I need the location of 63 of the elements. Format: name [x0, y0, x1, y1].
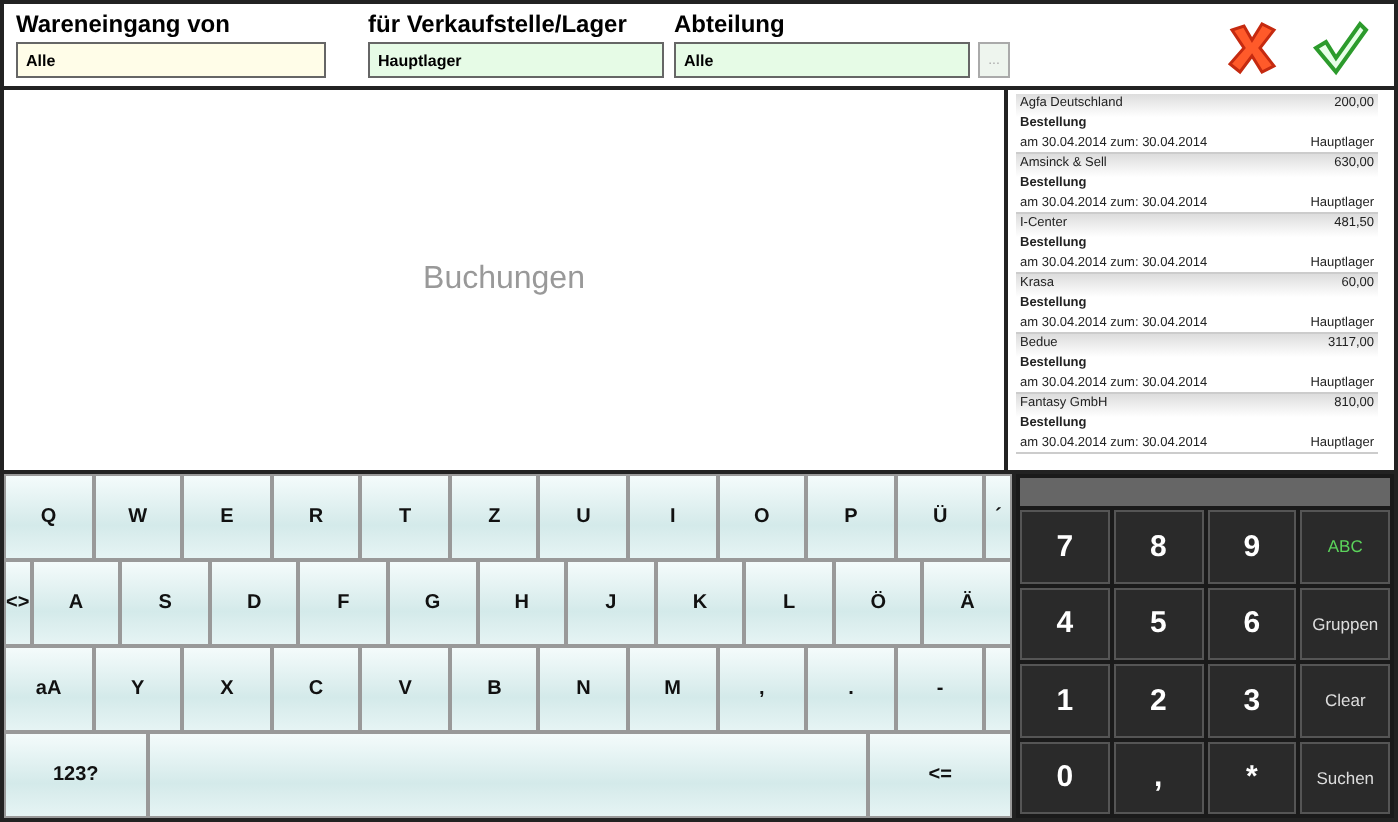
keyboard-key[interactable]: B [449, 646, 539, 732]
keyboard-key[interactable]: - [895, 646, 985, 732]
numpad-key[interactable]: 5 [1113, 587, 1203, 660]
keyboard-key[interactable]: 123? [4, 732, 148, 818]
numpad-key[interactable]: 0 [1020, 741, 1110, 814]
keyboard-key[interactable]: . [806, 646, 896, 732]
keyboard-key[interactable]: <= [868, 732, 1012, 818]
keyboard-key[interactable]: Z [449, 474, 539, 560]
keyboard-key[interactable]: J [566, 560, 656, 646]
keyboard-key[interactable]: <> [4, 560, 32, 646]
keyboard-key[interactable]: V [360, 646, 450, 732]
keyboard-key[interactable]: Q [4, 474, 94, 560]
numpad-key[interactable]: Suchen [1300, 741, 1390, 814]
numpad-key[interactable]: 8 [1113, 510, 1203, 583]
keyboard-key[interactable]: O [717, 474, 807, 560]
cancel-icon[interactable] [1222, 18, 1282, 78]
numpad-key[interactable]: , [1113, 741, 1203, 814]
keyboard-key[interactable]: Ü [895, 474, 985, 560]
numpad-key[interactable]: ABC [1300, 510, 1390, 583]
numpad-key[interactable]: 6 [1207, 587, 1297, 660]
keyboard-key[interactable]: T [360, 474, 450, 560]
numpad-key[interactable]: 7 [1020, 510, 1110, 583]
keyboard-key[interactable]: H [477, 560, 567, 646]
filter-label: Wareneingang von [16, 10, 232, 38]
keyboard-key[interactable]: X [182, 646, 272, 732]
numpad-key[interactable]: 9 [1207, 510, 1297, 583]
numpad-key[interactable]: 2 [1113, 664, 1203, 737]
numpad-key[interactable]: 1 [1020, 664, 1110, 737]
numpad-key[interactable]: Gruppen [1300, 587, 1390, 660]
keyboard-key[interactable]: N [538, 646, 629, 732]
filter-label: Abteilung [674, 10, 787, 38]
numpad-key[interactable]: 3 [1207, 664, 1297, 737]
keyboard-key[interactable]: G [388, 560, 478, 646]
keyboard-key[interactable]: Y [93, 646, 183, 732]
space-key[interactable] [147, 732, 869, 818]
numpad-key[interactable]: * [1207, 741, 1297, 814]
keyboard-key[interactable]: S [120, 560, 210, 646]
keyboard-key[interactable]: Ö [833, 560, 923, 646]
keyboard-key[interactable]: M [628, 646, 718, 732]
keyboard-key[interactable]: C [271, 646, 361, 732]
keyboard-key[interactable]: Ä [922, 560, 1013, 646]
filter-field[interactable]: Hauptlager [368, 42, 664, 78]
keyboard-key[interactable]: K [655, 560, 745, 646]
filter-field[interactable]: Alle [16, 42, 326, 78]
filter-field[interactable]: Alle [674, 42, 970, 78]
numpad-key[interactable]: 4 [1020, 587, 1110, 660]
keyboard-key[interactable]: E [182, 474, 272, 560]
keyboard-key[interactable]: P [806, 474, 896, 560]
keyboard-key[interactable]: U [538, 474, 629, 560]
keyboard-key[interactable]: A [31, 560, 121, 646]
keyboard-key[interactable]: I [628, 474, 718, 560]
keyboard-key[interactable]: R [271, 474, 361, 560]
keyboard-key[interactable]: D [209, 560, 299, 646]
keyboard-key[interactable]: F [298, 560, 388, 646]
keyboard-key[interactable]: W [93, 474, 183, 560]
keyboard-key[interactable]: L [744, 560, 834, 646]
keyboard-key[interactable]: aA [4, 646, 94, 732]
filter-label: für Verkaufstelle/Lager [368, 10, 629, 38]
keyboard-key[interactable]: , [717, 646, 807, 732]
keyboard-key[interactable]: ´ [984, 474, 1012, 560]
numpad-key[interactable]: Clear [1300, 664, 1390, 737]
keyboard-key[interactable] [984, 646, 1012, 732]
confirm-icon[interactable] [1310, 18, 1370, 78]
